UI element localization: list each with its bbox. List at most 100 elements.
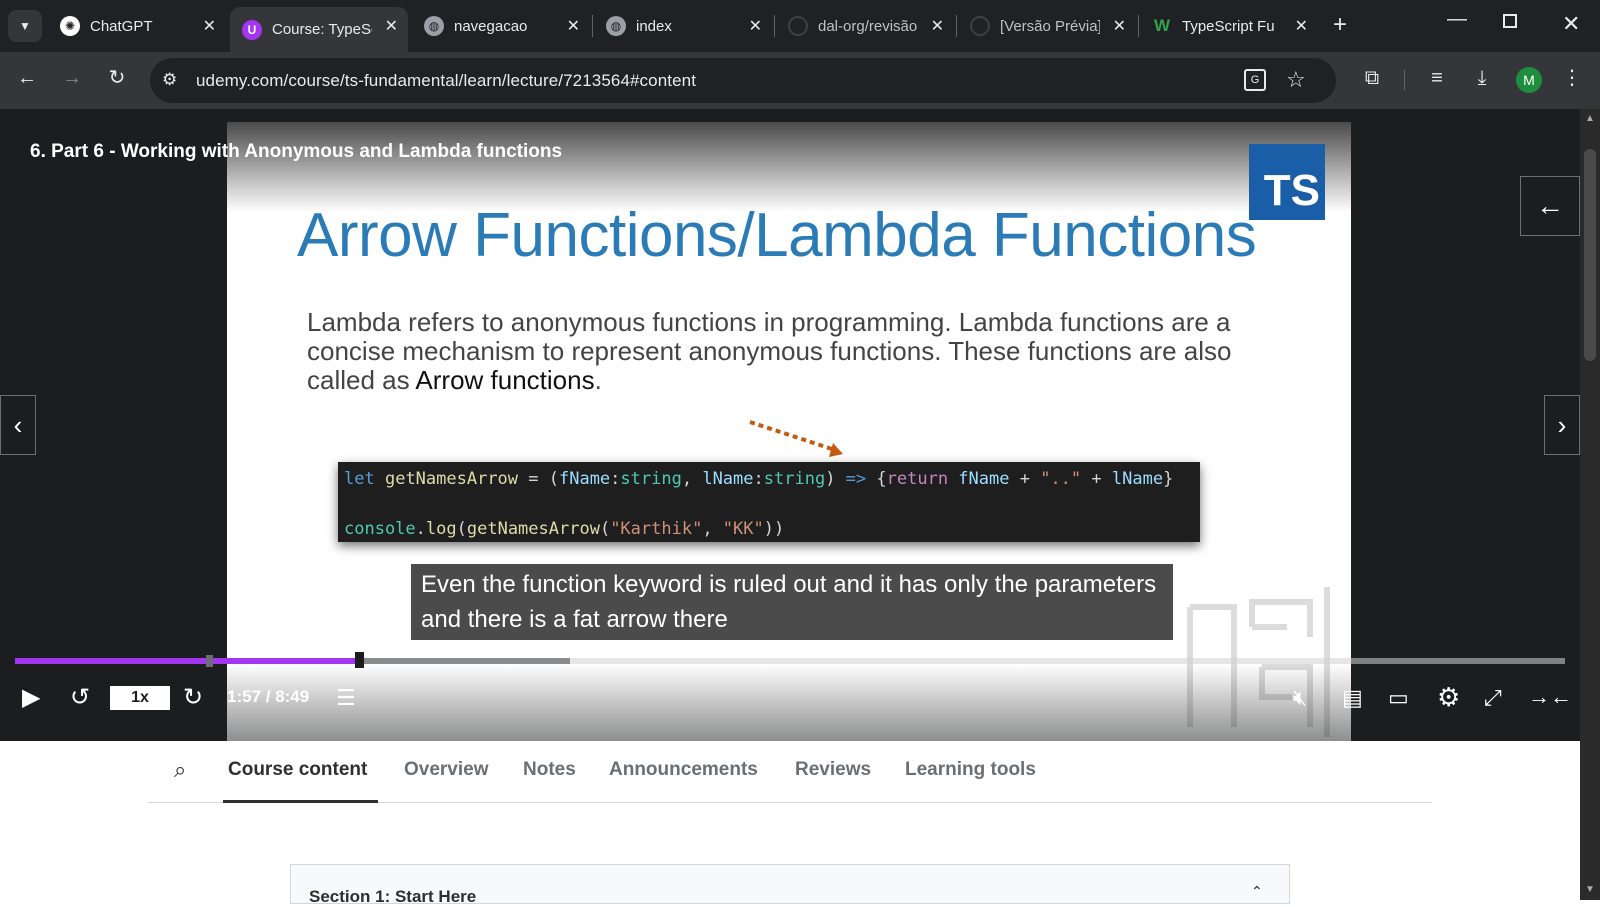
code-token: . [415, 519, 426, 539]
reload-icon[interactable]: ↻ [105, 66, 129, 90]
code-token: )) [763, 519, 785, 539]
chevron-up-icon[interactable]: ⌃ [1251, 883, 1263, 900]
udemy-icon: U [242, 19, 262, 40]
playback-speed-button[interactable]: 1x [110, 686, 170, 710]
code-token: : [610, 469, 621, 489]
github-icon [970, 16, 990, 36]
tab-label: [Versão Prévia] [1000, 17, 1100, 35]
page-scrollbar[interactable]: ▲ ▼ [1580, 109, 1600, 900]
fullscreen-icon[interactable]: ⤢ [1484, 684, 1502, 712]
close-icon[interactable]: ✕ [203, 16, 216, 36]
code-token: , [702, 519, 723, 539]
slide-paragraph-emphasis: Arrow functions [415, 365, 595, 395]
new-tab-icon[interactable]: + [1333, 11, 1347, 39]
tab-learning-tools[interactable]: Learning tools [905, 759, 1036, 781]
translate-icon[interactable]: G [1244, 69, 1266, 91]
active-tab-indicator [223, 800, 378, 803]
scroll-thumb[interactable] [1584, 149, 1596, 361]
w-icon: W [1153, 16, 1171, 35]
tab-index[interactable]: ◍ index ✕ [594, 7, 772, 45]
code-token: log [425, 519, 457, 539]
settings-icon[interactable]: ⚙ [1437, 683, 1460, 711]
forward-icon[interactable]: → [60, 66, 84, 90]
course-section-header[interactable]: Section 1: Start Here ⌃ [290, 864, 1290, 906]
transcript-icon[interactable]: ▤ [1342, 684, 1363, 712]
progress-scrubber[interactable] [355, 652, 364, 668]
code-token: ( [599, 519, 611, 539]
restore-icon[interactable] [1503, 14, 1517, 28]
close-icon[interactable]: ✕ [749, 16, 762, 36]
code-line-1: let getNamesArrow = (fName:string, lName… [344, 466, 1194, 492]
close-icon[interactable]: ✕ [385, 16, 398, 36]
code-token: "KK" [722, 519, 764, 539]
next-lecture-button[interactable]: › [1544, 395, 1580, 455]
tab-reviews[interactable]: Reviews [795, 759, 871, 781]
tab-separator [1138, 15, 1139, 37]
extensions-icon[interactable]: ⧉ [1360, 66, 1384, 90]
slide-title: Arrow Functions/Lambda Functions [297, 201, 1257, 270]
close-icon[interactable]: ✕ [1295, 16, 1308, 36]
course-tab-bar: ⌕ Course content Overview Notes Announce… [148, 741, 1432, 803]
chevron-down-icon: ▼ [19, 19, 31, 33]
play-icon[interactable]: ▶ [22, 684, 40, 712]
close-icon[interactable]: ✕ [567, 16, 580, 36]
code-token: "Karthik" [610, 519, 703, 539]
tab-chatgpt[interactable]: ✺ ChatGPT ✕ [48, 7, 226, 45]
close-icon[interactable]: ✕ [1113, 16, 1126, 36]
media-controls-icon[interactable]: ≡ [1425, 66, 1449, 90]
scroll-down-icon[interactable]: ▼ [1584, 884, 1596, 895]
tab-course-content[interactable]: Course content [228, 759, 367, 781]
close-icon[interactable]: ✕ [931, 16, 944, 36]
tab-navegacao[interactable]: ◍ navegacao ✕ [412, 7, 590, 45]
video-player[interactable]: TS Arrow Functions/Lambda Functions Lamb… [0, 109, 1580, 741]
profile-avatar[interactable]: M [1516, 67, 1542, 93]
browser-tab-strip: ▼ ✺ ChatGPT ✕ U Course: TypeScript ✕ ◍ n… [0, 0, 1600, 52]
code-token: lName [1111, 469, 1164, 489]
code-token: => [845, 469, 867, 489]
video-subtitle: Even the function keyword is ruled out a… [411, 564, 1173, 640]
scroll-up-icon[interactable]: ▲ [1584, 113, 1596, 124]
code-token: ) [825, 469, 846, 489]
code-token: ".." [1040, 469, 1082, 489]
previous-lecture-button[interactable]: ‹ [0, 395, 36, 455]
minimize-icon[interactable]: — [1447, 8, 1467, 31]
github-icon [788, 16, 808, 36]
address-bar[interactable]: ⚙ udemy.com/course/ts-fundamental/learn/… [150, 58, 1336, 103]
tab-notes[interactable]: Notes [523, 759, 576, 781]
close-window-icon[interactable]: ✕ [1562, 11, 1580, 37]
site-info-icon[interactable]: ⚙ [162, 70, 177, 90]
typescript-logo: TS [1249, 144, 1325, 220]
collapse-sidebar-button[interactable]: ← [1520, 176, 1580, 236]
tab-versao-previa[interactable]: [Versão Prévia] ✕ [958, 7, 1136, 45]
tab-search-button[interactable]: ▼ [8, 10, 42, 42]
captions-icon[interactable]: ▭ [1388, 684, 1409, 712]
exit-theater-icon[interactable]: →← [1528, 683, 1572, 711]
code-token: + [1081, 469, 1112, 489]
slide-paragraph-end: . [594, 365, 602, 395]
back-icon[interactable]: ← [15, 66, 39, 90]
forward-5-icon[interactable]: ↻ [183, 684, 203, 712]
add-note-icon[interactable]: ☰ [336, 684, 356, 712]
code-token: fName [948, 469, 1010, 489]
video-top-gradient [227, 122, 1351, 212]
download-icon[interactable]: ⤓ [1470, 66, 1494, 90]
rewind-5-icon[interactable]: ↺ [70, 684, 90, 712]
tab-dal-org[interactable]: dal-org/revisão ✕ [776, 7, 954, 45]
globe-icon: ◍ [424, 16, 444, 36]
chevron-left-icon: ‹ [13, 409, 23, 440]
tab-overview[interactable]: Overview [404, 759, 489, 781]
dotted-arrow-icon [749, 420, 843, 457]
volume-muted-icon[interactable]: 🔇︎ [1293, 684, 1307, 712]
menu-icon[interactable]: ⋮ [1560, 66, 1584, 90]
tab-course-typescript[interactable]: U Course: TypeScript ✕ [230, 7, 408, 52]
tab-typescript-fu[interactable]: W TypeScript Fu ✕ [1140, 7, 1318, 45]
search-icon[interactable]: ⌕ [174, 757, 186, 783]
tab-label: dal-org/revisão [818, 17, 918, 35]
code-token: fName [558, 469, 611, 489]
tab-announcements[interactable]: Announcements [609, 759, 758, 781]
tab-label: TypeScript Fu [1182, 17, 1275, 35]
url-text[interactable]: udemy.com/course/ts-fundamental/learn/le… [196, 71, 696, 91]
arrow-left-icon: ← [1536, 190, 1564, 221]
progress-bookmark[interactable] [206, 655, 213, 667]
bookmark-star-icon[interactable]: ☆ [1286, 67, 1306, 93]
